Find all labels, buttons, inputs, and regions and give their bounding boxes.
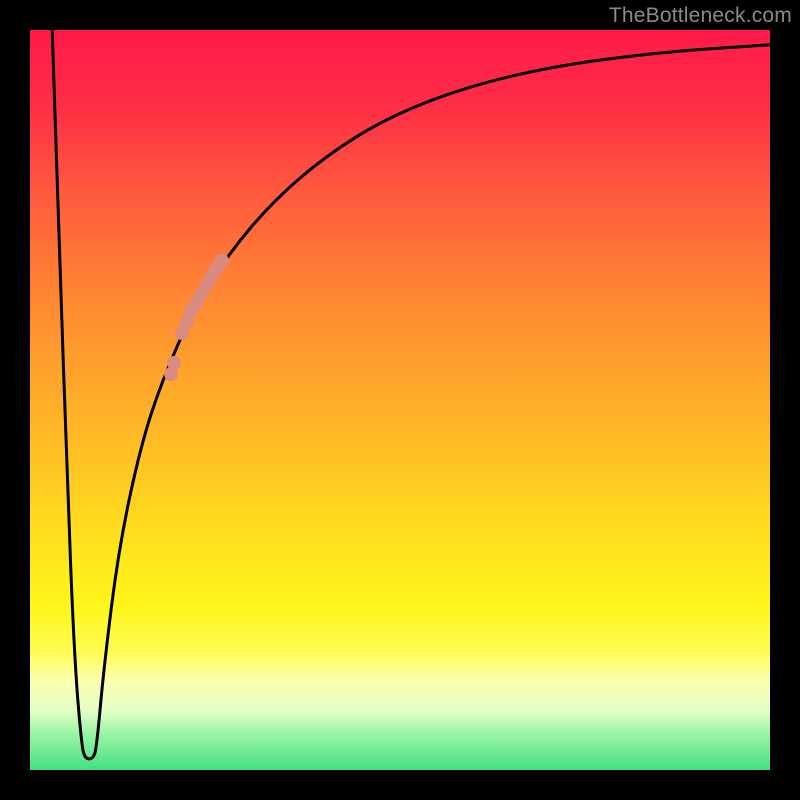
chart-stage: TheBottleneck.com [0, 0, 800, 800]
curve-path [52, 30, 770, 759]
bottleneck-curve [30, 30, 770, 770]
plot-area [30, 30, 770, 770]
watermark-text: TheBottleneck.com [609, 4, 792, 28]
curve-marker [215, 254, 229, 268]
curve-marker [164, 367, 178, 381]
